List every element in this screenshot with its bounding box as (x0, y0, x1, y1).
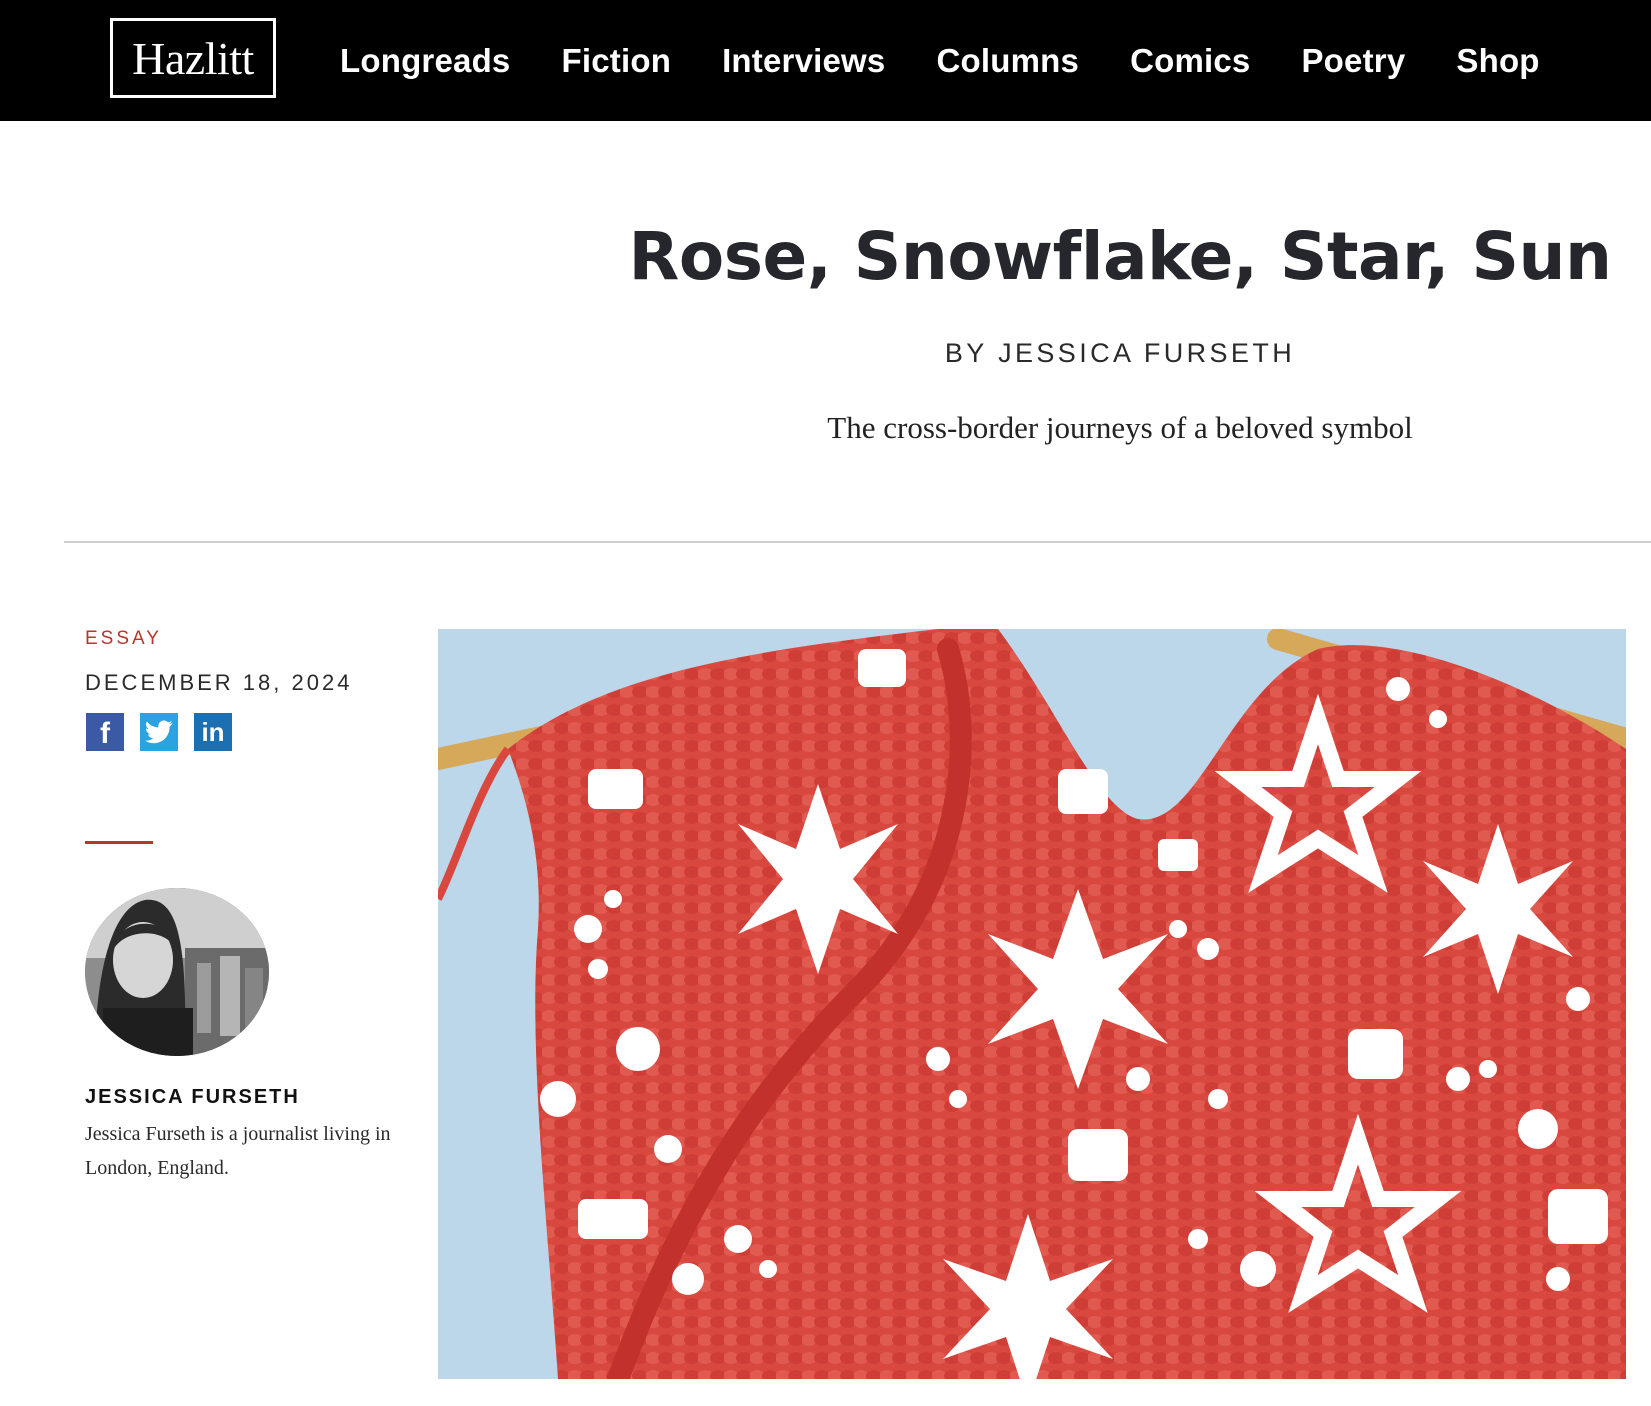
facebook-icon[interactable]: f (86, 713, 124, 751)
linkedin-icon[interactable]: in (194, 713, 232, 751)
hazlitt-logo[interactable]: Hazlitt (110, 18, 276, 98)
nav-link-poetry[interactable]: Poetry (1301, 42, 1405, 80)
article-dek: The cross-border journeys of a beloved s… (827, 410, 1413, 445)
nav-link-interviews[interactable]: Interviews (722, 42, 885, 80)
author-bio: Jessica Furseth is a journalist living i… (85, 1123, 391, 1179)
share-buttons: f in (86, 713, 232, 751)
nav-link-longreads[interactable]: Longreads (340, 42, 511, 80)
twitter-bird-glyph (145, 720, 173, 744)
article-byline: BY JESSICA FURSETH (944, 338, 1296, 368)
main-nav: Longreads Fiction Interviews Columns Com… (340, 0, 1591, 121)
linkedin-glyph: in (201, 716, 225, 747)
author-avatar (85, 888, 269, 1056)
nav-link-columns[interactable]: Columns (936, 42, 1079, 80)
top-navigation-bar: Hazlitt Longreads Fiction Interviews Col… (0, 0, 1651, 121)
sidebar-accent-rule (85, 841, 153, 844)
category-link[interactable]: ESSAY (85, 628, 162, 650)
nav-link-comics[interactable]: Comics (1130, 42, 1250, 80)
hero-illustration-knitted-sweater (438, 629, 1626, 1379)
nav-link-shop[interactable]: Shop (1456, 42, 1539, 80)
publish-date: DECEMBER 18, 2024 (85, 670, 353, 695)
header-divider (64, 541, 1651, 543)
author-name: JESSICA FURSETH (85, 1086, 300, 1108)
twitter-icon[interactable] (140, 713, 178, 751)
facebook-glyph: f (100, 717, 110, 750)
nav-link-fiction[interactable]: Fiction (562, 42, 672, 80)
article-title: Rose, Snowflake, Star, Sun (628, 218, 1612, 295)
